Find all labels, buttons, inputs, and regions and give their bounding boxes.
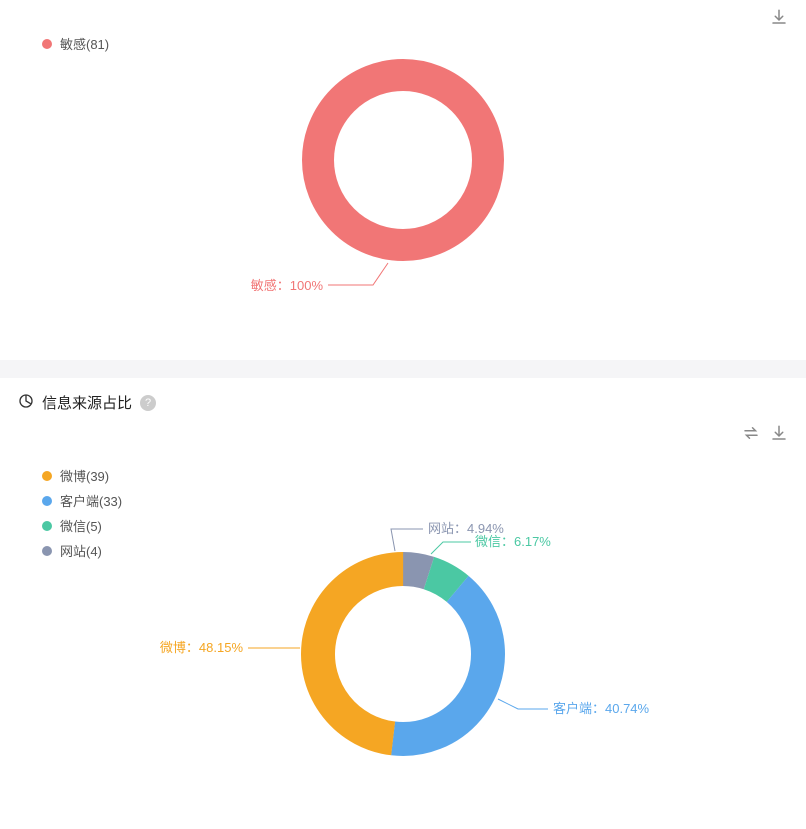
- legend-label: 网站(4): [60, 541, 102, 560]
- section-header: 信息来源占比 ?: [0, 378, 806, 419]
- legend-label: 微博(39): [60, 466, 109, 485]
- panel-sensitive: 敏感(81) 敏感：100%: [0, 0, 806, 360]
- legend-dot-icon: [42, 471, 52, 481]
- callout-label: 敏感：100%: [251, 278, 324, 293]
- legend-label: 微信(5): [60, 516, 102, 535]
- legend-label: 客户端(33): [60, 491, 122, 510]
- legend-item[interactable]: 微博(39): [42, 466, 122, 485]
- legend-item[interactable]: 客户端(33): [42, 491, 122, 510]
- swap-icon[interactable]: [742, 424, 760, 447]
- legend-sources: 微博(39) 客户端(33) 微信(5) 网站(4): [42, 466, 122, 566]
- panel-sources: 信息来源占比 ? 微博(39) 客户端(33) 微信(5) 网站(4): [0, 378, 806, 775]
- legend-item[interactable]: 网站(4): [42, 541, 122, 560]
- legend-label: 敏感(81): [60, 34, 109, 53]
- legend-dot-icon: [42, 496, 52, 506]
- section-title: 信息来源占比: [42, 392, 132, 413]
- callout-line: [391, 529, 423, 551]
- callout-line: [328, 263, 388, 285]
- panel2-toolbar: [742, 424, 788, 447]
- download-icon[interactable]: [770, 424, 788, 447]
- panel1-toolbar: [770, 8, 788, 31]
- callout-label: 微博：48.15%: [160, 640, 244, 655]
- panel-gap: [0, 360, 806, 378]
- callout-line: [498, 699, 548, 709]
- pie-icon: [18, 393, 42, 413]
- help-icon[interactable]: ?: [140, 395, 156, 411]
- legend-sensitive: 敏感(81): [42, 34, 109, 59]
- legend-item[interactable]: 微信(5): [42, 516, 122, 535]
- legend-dot-icon: [42, 39, 52, 49]
- donut-chart-sensitive: 敏感：100%: [0, 0, 806, 360]
- legend-dot-icon: [42, 546, 52, 556]
- callout-label: 微信：6.17%: [475, 534, 551, 549]
- legend-dot-icon: [42, 521, 52, 531]
- legend-item[interactable]: 敏感(81): [42, 34, 109, 53]
- download-icon[interactable]: [770, 8, 788, 31]
- callout-label: 客户端：40.74%: [553, 701, 650, 716]
- donut-slice-sensitive[interactable]: [318, 75, 488, 245]
- callout-line: [431, 542, 471, 554]
